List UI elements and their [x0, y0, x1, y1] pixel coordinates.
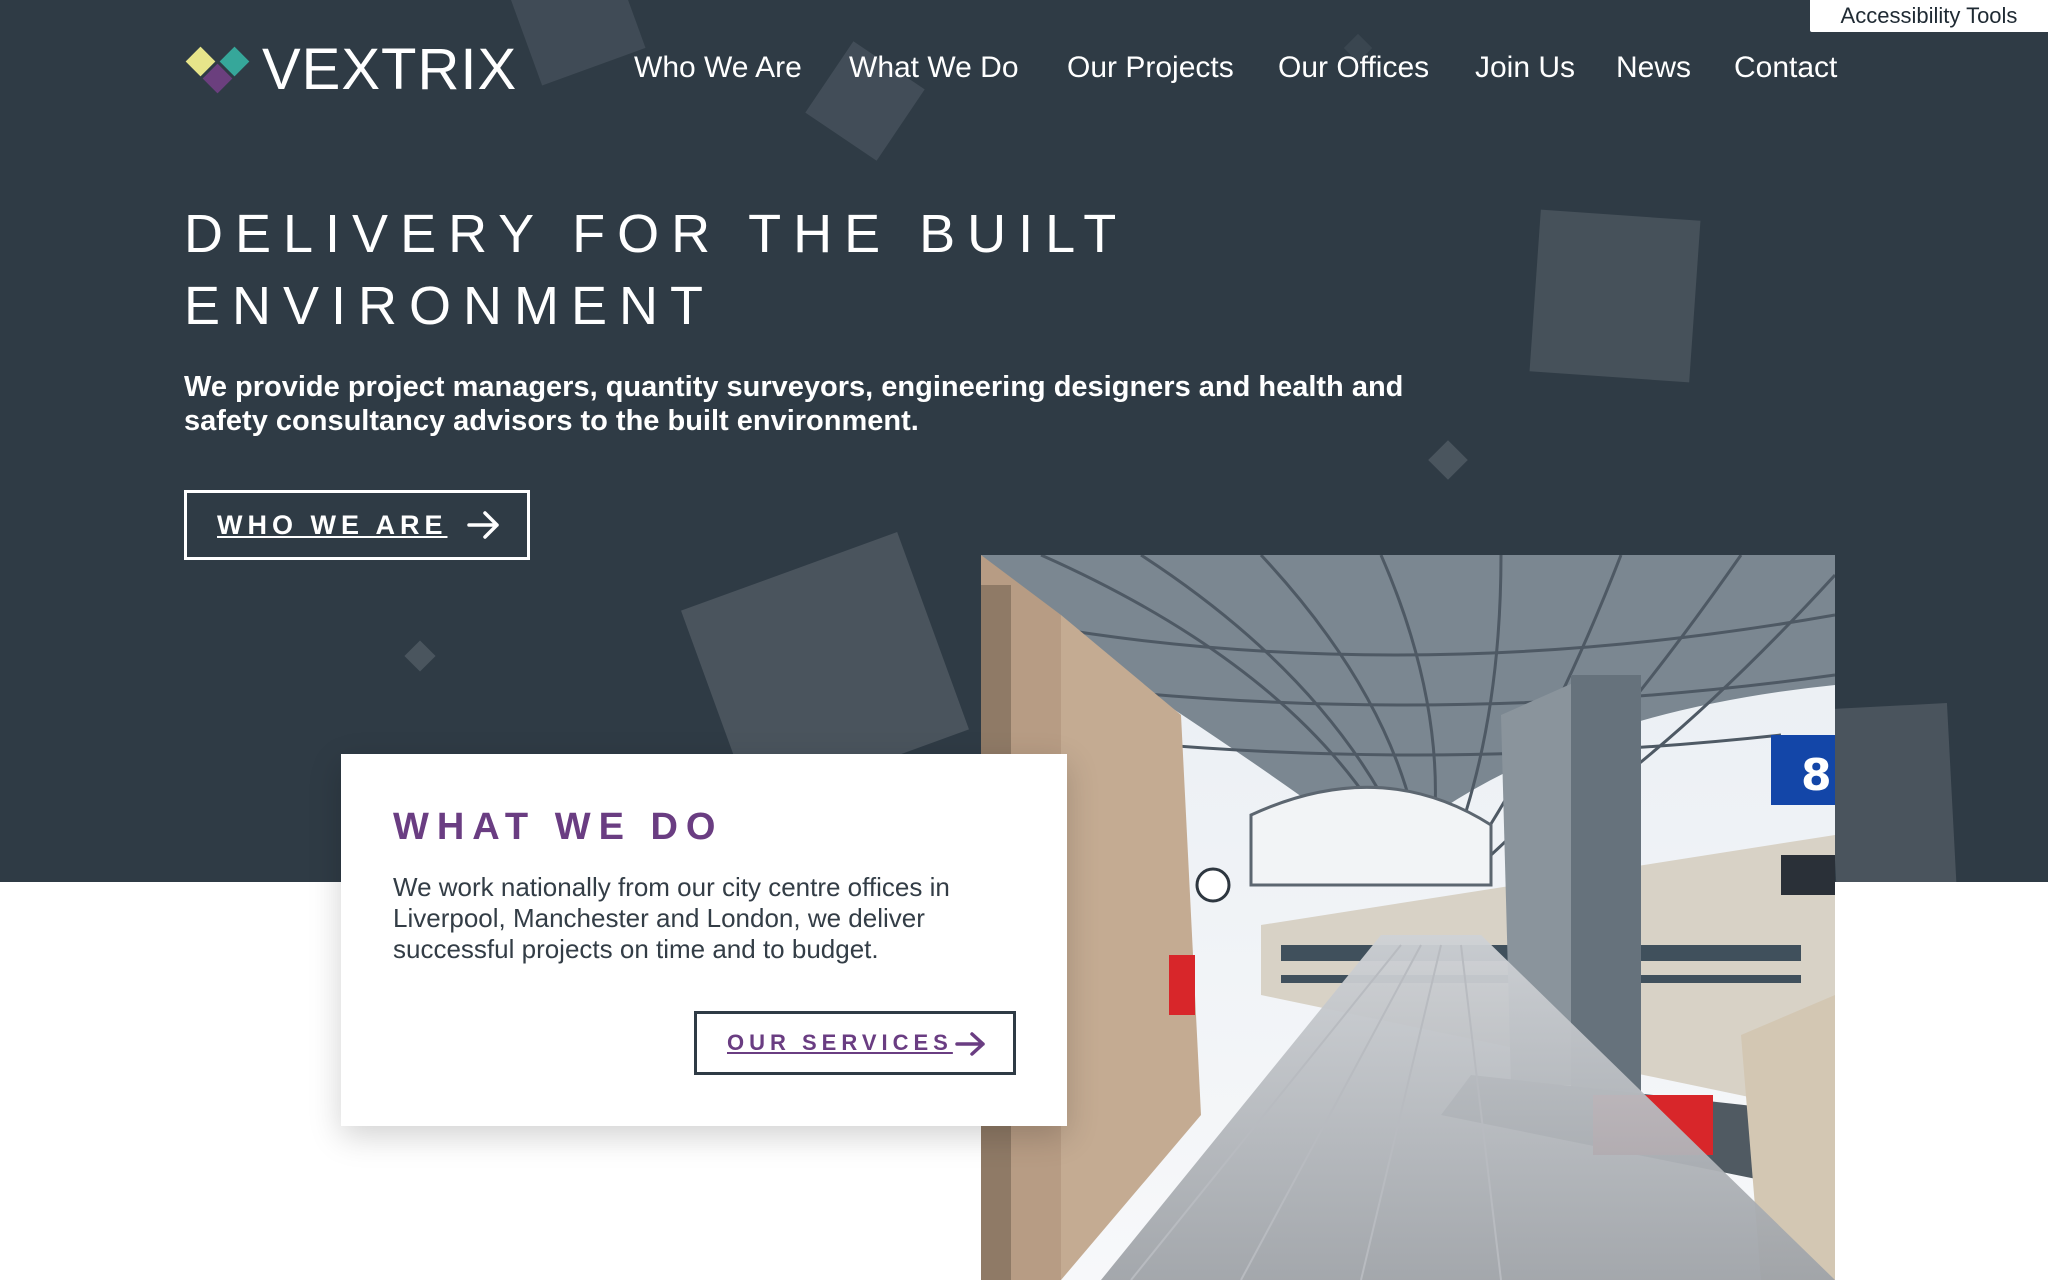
- station-image: 8: [981, 555, 1835, 1280]
- decorative-square: [1827, 702, 1957, 882]
- nav-contact[interactable]: Contact: [1734, 48, 1837, 88]
- arrow-right-icon: [467, 511, 499, 539]
- decorative-square: [504, 0, 646, 86]
- logo-diamonds-icon: [184, 42, 252, 98]
- who-we-are-button[interactable]: WHO WE ARE: [184, 490, 530, 560]
- nav-who-we-are[interactable]: Who We Are: [634, 48, 802, 88]
- site-logo[interactable]: VEXTRIX: [184, 40, 517, 100]
- accessibility-tools-button[interactable]: Accessibility Tools: [1810, 0, 2048, 32]
- card-title: WHAT WE DO: [393, 806, 724, 848]
- railway-station-photo: 8: [981, 555, 1835, 1280]
- hero-title: Delivery for the built environment: [184, 204, 1128, 336]
- nav-what-we-do[interactable]: What We Do: [849, 48, 1019, 88]
- decorative-square: [1529, 209, 1701, 383]
- what-we-do-card: WHAT WE DO We work nationally from our c…: [341, 754, 1067, 1126]
- hero-subtitle: We provide project managers, quantity su…: [184, 371, 1404, 437]
- our-services-button[interactable]: OUR SERVICES: [694, 1011, 1016, 1075]
- decorative-diamond: [404, 640, 436, 672]
- arrow-right-icon: [955, 1032, 985, 1056]
- decorative-diamond: [1428, 440, 1468, 480]
- card-description: We work nationally from our city centre …: [393, 872, 950, 964]
- platform-number: 8: [1801, 750, 1832, 801]
- our-services-button-label: OUR SERVICES: [727, 1030, 953, 1055]
- nav-news[interactable]: News: [1616, 48, 1691, 88]
- nav-our-offices[interactable]: Our Offices: [1278, 48, 1429, 88]
- logo-wordmark: VEXTRIX: [262, 37, 518, 102]
- nav-join-us[interactable]: Join Us: [1475, 48, 1575, 88]
- who-we-are-button-label: WHO WE ARE: [217, 509, 448, 540]
- nav-our-projects[interactable]: Our Projects: [1067, 48, 1234, 88]
